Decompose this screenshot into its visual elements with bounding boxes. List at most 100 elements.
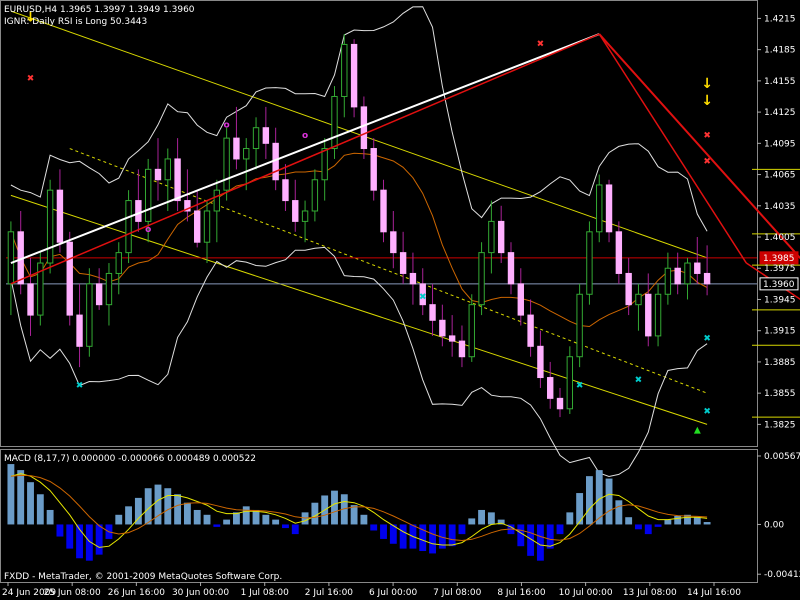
candle-body bbox=[203, 210, 211, 243]
macd-bar bbox=[232, 512, 240, 525]
candle-body bbox=[125, 200, 132, 254]
macd-bar bbox=[125, 506, 133, 525]
candle-body bbox=[488, 220, 495, 254]
macd-bar bbox=[585, 476, 593, 525]
candle-body bbox=[605, 184, 613, 233]
time-tick-label: 7 Jul 08:00 bbox=[433, 588, 482, 598]
signal-marker: ✖ bbox=[703, 407, 711, 417]
candle-body bbox=[154, 168, 162, 181]
macd-bar bbox=[272, 519, 280, 525]
candle-body bbox=[262, 127, 270, 144]
price-tick-label: 1.3945 bbox=[764, 295, 796, 305]
macd-bar bbox=[223, 519, 231, 525]
time-tick-label: 8 Jul 16:00 bbox=[497, 588, 546, 598]
candle-body bbox=[86, 283, 93, 347]
signal-marker: ✖ bbox=[703, 157, 711, 167]
price-tick-label: 1.4035 bbox=[764, 202, 796, 212]
candle-body bbox=[664, 267, 672, 295]
signal-marker: ✖ bbox=[76, 381, 84, 391]
macd-bar bbox=[566, 512, 574, 525]
candle-body bbox=[390, 231, 397, 254]
signal-marker: o bbox=[224, 121, 230, 131]
macd-bar bbox=[399, 524, 407, 549]
candle-body bbox=[654, 293, 662, 337]
candle-body bbox=[684, 262, 691, 285]
macd-bar bbox=[27, 482, 34, 525]
candle-body bbox=[399, 252, 407, 274]
macd-tick-label: 0.00 bbox=[764, 520, 784, 530]
signal-marker: ✖ bbox=[419, 292, 427, 302]
macd-tick-label: 0.00567 bbox=[764, 452, 800, 462]
macd-bar bbox=[625, 517, 633, 525]
candle-body bbox=[66, 241, 73, 316]
candle-body bbox=[547, 377, 554, 399]
candle-body bbox=[27, 283, 34, 316]
candle-body bbox=[174, 158, 181, 202]
chart-canvas[interactable]: ✖✖✖✖✖✖✖✖✖✖↓↓↓ooo▲ 1.42151.41851.41551.41… bbox=[0, 0, 800, 600]
candle-body bbox=[360, 106, 368, 150]
time-tick-label: 10 Jul 00:00 bbox=[559, 588, 613, 598]
candle-body bbox=[527, 314, 534, 347]
candle-body bbox=[243, 148, 250, 160]
macd-bar bbox=[66, 524, 74, 549]
candle-body bbox=[537, 345, 544, 379]
signal-marker: o bbox=[302, 131, 308, 141]
macd-bar bbox=[331, 490, 338, 525]
price-label-text: 1.3985 bbox=[763, 254, 795, 264]
macd-bar bbox=[46, 509, 54, 525]
candle-body bbox=[429, 304, 436, 321]
time-tick-label: 13 Jul 08:00 bbox=[623, 588, 677, 598]
time-tick-label: 2 Jul 16:00 bbox=[305, 588, 354, 598]
candle-body bbox=[115, 252, 122, 274]
candle-body bbox=[46, 189, 54, 264]
candle-body bbox=[144, 168, 152, 222]
candle-body bbox=[635, 293, 642, 306]
candle-body bbox=[497, 220, 505, 254]
candle-body bbox=[507, 252, 515, 285]
price-label-text: 1.3960 bbox=[763, 280, 795, 290]
signal-marker: ↓ bbox=[701, 93, 713, 109]
price-tick-label: 1.4215 bbox=[764, 14, 796, 24]
macd-bar bbox=[291, 524, 299, 535]
macd-bar bbox=[17, 470, 25, 525]
candle-body bbox=[586, 231, 593, 295]
macd-bar bbox=[115, 514, 123, 525]
candle-body bbox=[282, 179, 289, 202]
candle-body bbox=[596, 184, 603, 233]
price-tick-label: 1.3825 bbox=[764, 420, 796, 430]
candle-body bbox=[703, 272, 711, 285]
macd-bar bbox=[458, 524, 466, 535]
macd-bar bbox=[468, 518, 476, 525]
candle-body bbox=[556, 397, 564, 410]
macd-bar bbox=[644, 524, 652, 535]
candle-body bbox=[625, 272, 632, 306]
candle-body bbox=[517, 283, 524, 316]
macd-bar bbox=[703, 522, 711, 525]
price-tick-label: 1.3855 bbox=[764, 389, 796, 399]
macd-bar bbox=[154, 484, 162, 525]
macd-bar bbox=[478, 509, 486, 525]
macd-bar bbox=[536, 524, 544, 561]
macd-bar bbox=[370, 524, 378, 531]
signal-marker: ✖ bbox=[635, 376, 643, 386]
macd-bar bbox=[56, 524, 64, 537]
chart-header-indicator: IGNR: Daily RSI is Long 50.3443 bbox=[4, 17, 147, 27]
macd-bar bbox=[242, 506, 250, 525]
candle-body bbox=[311, 179, 319, 212]
macd-bar bbox=[605, 478, 613, 525]
candle-body bbox=[223, 137, 230, 191]
candle-body bbox=[645, 293, 652, 337]
macd-bar bbox=[635, 524, 642, 530]
macd-bar bbox=[203, 514, 211, 525]
candle-body bbox=[331, 95, 338, 150]
time-tick-label: 30 Jun 00:00 bbox=[172, 588, 229, 598]
price-tick-label: 1.3915 bbox=[764, 327, 796, 337]
macd-bar bbox=[429, 524, 436, 554]
macd-title: MACD (8,17,7) 0.000000 -0.000066 0.00048… bbox=[4, 454, 256, 464]
signal-marker: ✖ bbox=[703, 334, 711, 344]
macd-bar bbox=[674, 516, 682, 525]
signal-marker: ✖ bbox=[537, 40, 545, 50]
candle-body bbox=[95, 283, 103, 306]
signal-marker: ✖ bbox=[27, 74, 35, 84]
macd-bar bbox=[615, 500, 623, 525]
